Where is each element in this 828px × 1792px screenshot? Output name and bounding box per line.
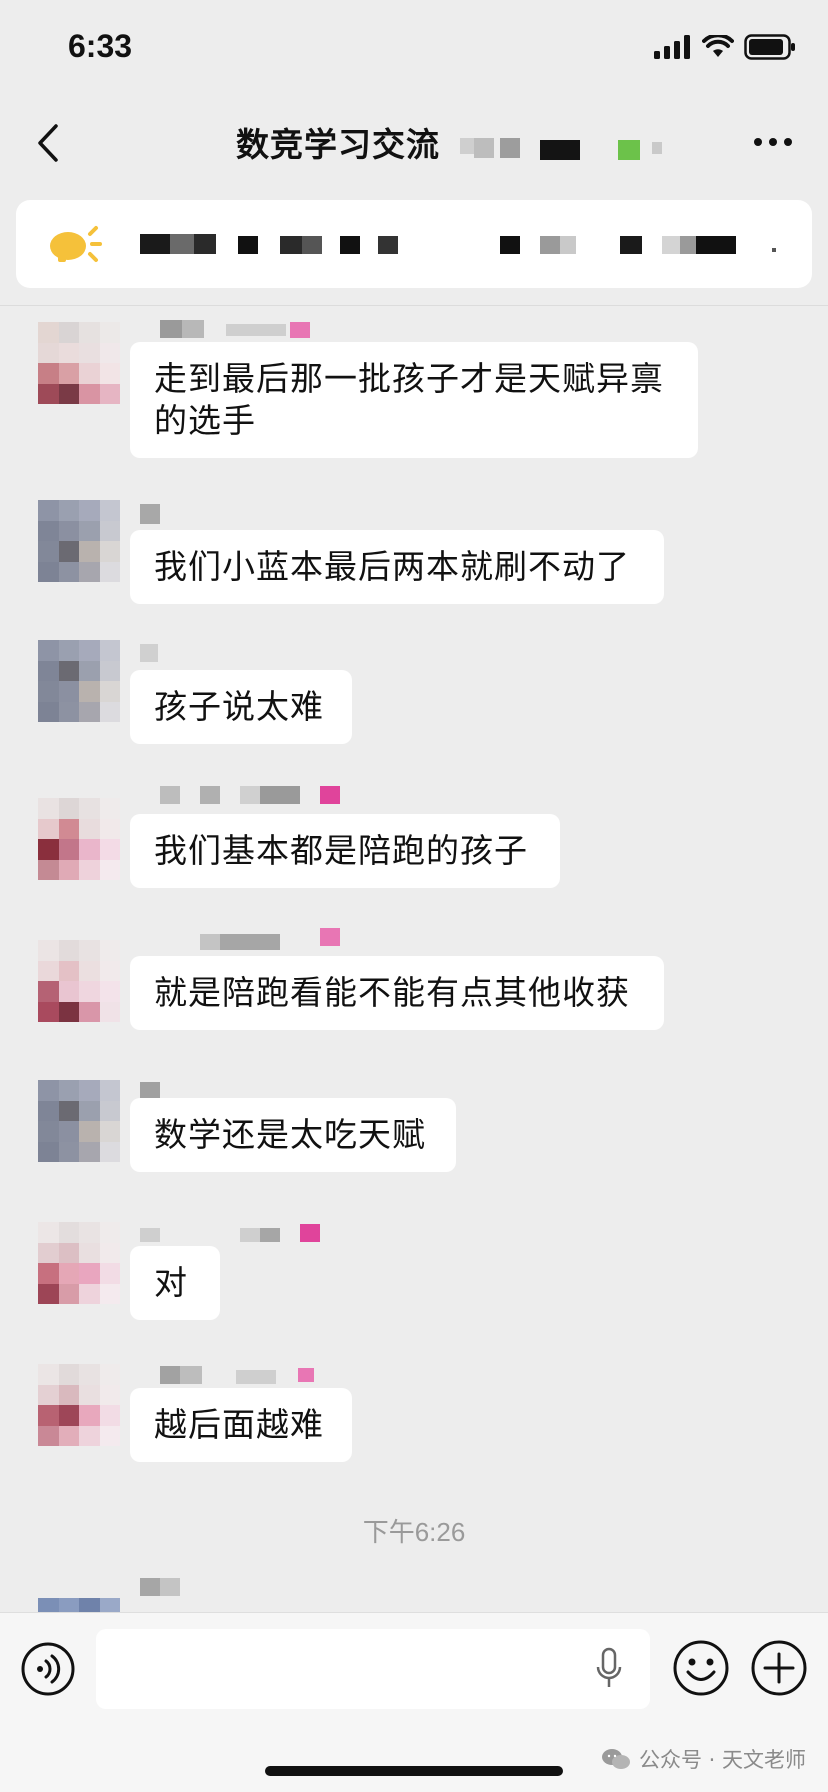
message-text-line: 我们基本都是陪跑的孩子 — [154, 831, 528, 870]
message-bubble[interactable]: 我们基本都是陪跑的孩子 — [130, 814, 560, 888]
back-button[interactable] — [28, 118, 68, 168]
home-indicator[interactable] — [265, 1766, 563, 1776]
message-bubble[interactable]: 就是陪跑看能不能有点其他收获 — [130, 956, 664, 1030]
more-functions-button[interactable] — [750, 1639, 808, 1697]
avatar[interactable] — [38, 798, 120, 880]
megaphone-icon — [50, 226, 102, 262]
message-text-line: 孩子说太难 — [154, 687, 324, 726]
more-dots-icon — [754, 138, 792, 146]
avatar[interactable] — [38, 1222, 120, 1304]
message-text-line: 的选手 — [154, 401, 256, 440]
avatar[interactable] — [38, 322, 120, 404]
watermark-text: 公众号 · 天文老师 — [638, 1748, 806, 1772]
voice-icon — [21, 1642, 75, 1696]
status-icons — [654, 34, 796, 60]
message-timestamp: 下午6:26 — [362, 1517, 466, 1547]
voice-mode-button[interactable] — [20, 1641, 76, 1697]
message-text-line: 对 — [154, 1263, 188, 1302]
battery-icon — [744, 34, 795, 60]
message-bubble[interactable]: 我们小蓝本最后两本就刷不动了 — [130, 530, 664, 604]
message-text-line: 就是陪跑看能不能有点其他收获 — [154, 973, 630, 1012]
message-text-line: 数学还是太吃天赋 — [154, 1115, 426, 1154]
status-time: 6:33 — [68, 28, 133, 64]
plus-circle-icon — [751, 1640, 807, 1696]
watermark: 公众号 · 天文老师 — [601, 1744, 806, 1774]
nav-bar: 数竞学习交流 — [0, 100, 828, 190]
message-text-line: 越后面越难 — [154, 1405, 324, 1444]
chevron-left-icon — [38, 124, 58, 162]
message-list[interactable]: 走到最后那一批孩子才是天赋异禀 的选手 我们小蓝本最后两本就刷不动了 孩子说太难… — [0, 306, 828, 1612]
avatar[interactable] — [38, 640, 120, 722]
group-announcement-banner[interactable] — [16, 200, 812, 288]
chat-title: 数竞学习交流 — [236, 125, 440, 164]
status-bar: 6:33 — [0, 0, 828, 100]
avatar[interactable] — [38, 1598, 120, 1612]
avatar[interactable] — [38, 500, 120, 582]
more-options-button[interactable] — [748, 122, 798, 162]
message-bubble[interactable]: 走到最后那一批孩子才是天赋异禀 的选手 — [130, 342, 698, 458]
message-bubble[interactable]: 数学还是太吃天赋 — [130, 1098, 456, 1172]
smiley-face-icon — [673, 1640, 729, 1696]
avatar[interactable] — [38, 1364, 120, 1446]
wifi-icon — [702, 35, 734, 57]
cellular-signal-icon — [654, 35, 690, 59]
message-bubble[interactable]: 孩子说太难 — [130, 670, 352, 744]
message-bubble[interactable]: 越后面越难 — [130, 1388, 352, 1462]
message-text-line: 我们小蓝本最后两本就刷不动了 — [154, 547, 630, 586]
wechat-logo-icon — [601, 1749, 630, 1769]
emoji-button[interactable] — [672, 1639, 730, 1697]
message-input[interactable] — [96, 1629, 650, 1709]
message-text-line: 走到最后那一批孩子才是天赋异禀 — [154, 359, 664, 398]
message-bubble[interactable]: 对 — [130, 1246, 220, 1320]
microphone-icon[interactable] — [596, 1647, 622, 1691]
avatar[interactable] — [38, 940, 120, 1022]
avatar[interactable] — [38, 1080, 120, 1162]
